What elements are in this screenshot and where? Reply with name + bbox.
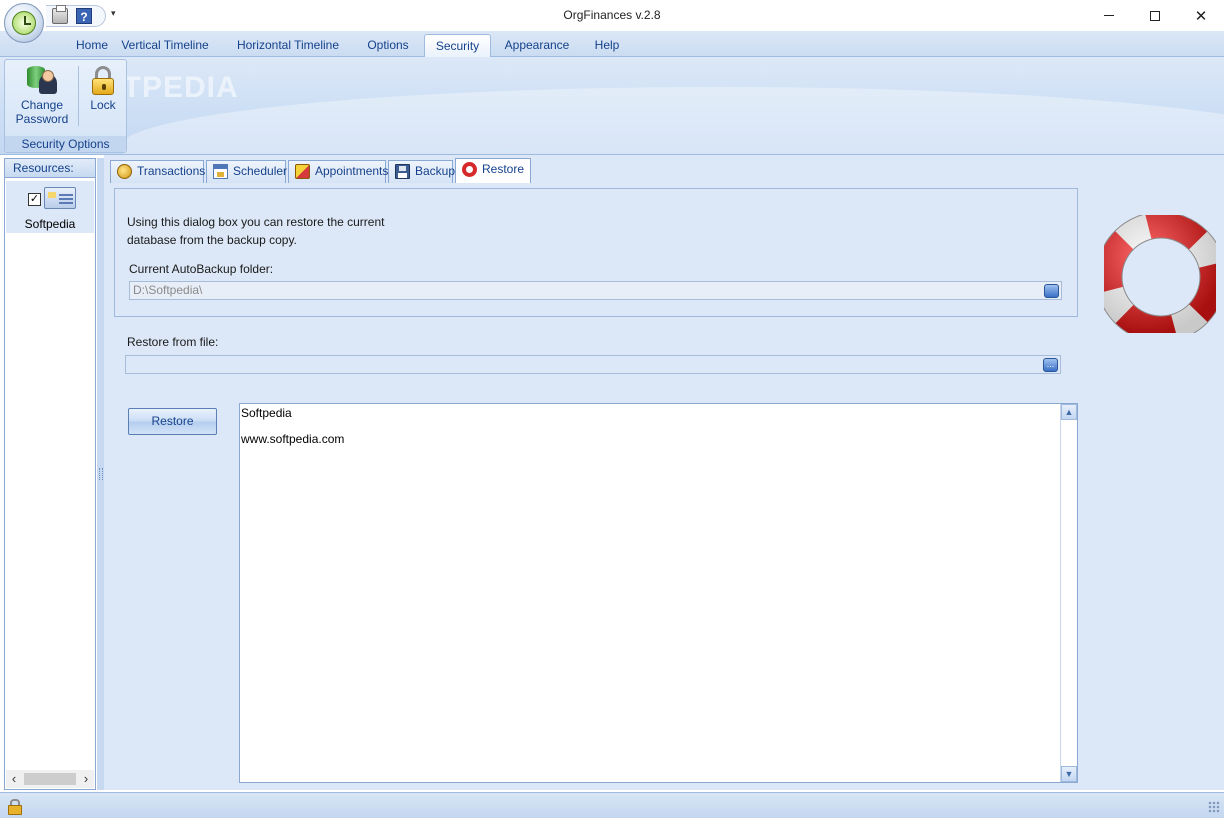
restore-from-file-label: Restore from file: <box>127 335 219 349</box>
description-line-2: database from the backup copy. <box>127 233 297 247</box>
autobackup-info-box: Using this dialog box you can restore th… <box>114 188 1078 317</box>
restore-file-browse-button[interactable]: ... <box>1043 358 1058 372</box>
lock-button[interactable]: Lock <box>81 64 125 112</box>
restore-button[interactable]: Restore <box>128 408 217 435</box>
coins-icon <box>117 164 132 179</box>
padlock-icon <box>90 64 116 96</box>
tab-appointments-label: Appointments <box>315 164 389 178</box>
resources-header: Resources: <box>5 159 95 178</box>
lock-label: Lock <box>90 98 116 112</box>
resources-pane: Resources: ✓ Softpedia ‹ › <box>4 158 96 790</box>
close-button[interactable]: ✕ <box>1178 0 1224 31</box>
maximize-button[interactable] <box>1132 0 1178 31</box>
tab-vertical-timeline[interactable]: Vertical Timeline <box>112 36 218 57</box>
group-separator <box>78 66 79 126</box>
log-line-2: www.softpedia.com <box>241 432 345 446</box>
title-bar: ? ▾ OrgFinances v.2.8 ✕ <box>0 0 1224 43</box>
lifebuoy-icon <box>462 162 477 177</box>
tab-transactions-label: Transactions <box>137 164 206 178</box>
scrollbar-thumb[interactable] <box>24 773 76 785</box>
scroll-left-icon[interactable]: ‹ <box>6 770 22 788</box>
resource-label: Softpedia <box>24 217 76 231</box>
ribbon-background-decoration <box>120 87 1224 154</box>
content-area: Transactions Scheduler Appointments Back… <box>104 155 1224 790</box>
lifebuoy-icon <box>1104 215 1216 333</box>
resources-horizontal-scrollbar[interactable]: ‹ › <box>6 770 94 788</box>
security-options-group: Change Password Lock Security Options <box>4 59 127 153</box>
card-icon <box>44 187 76 209</box>
resource-checkbox[interactable]: ✓ <box>28 193 41 206</box>
restore-from-file-input[interactable]: ... <box>125 355 1061 374</box>
calendar-icon <box>213 164 228 179</box>
log-vertical-scrollbar[interactable]: ▲ ▼ <box>1060 404 1077 782</box>
tab-security[interactable]: Security <box>424 34 491 58</box>
tab-options[interactable]: Options <box>358 36 418 57</box>
status-lock-icon[interactable] <box>8 799 22 815</box>
tab-restore-label: Restore <box>482 162 525 176</box>
restore-tab-page: Using this dialog box you can restore th… <box>110 183 1218 787</box>
group-caption: Security Options <box>5 136 126 152</box>
tab-restore[interactable]: Restore <box>455 158 531 184</box>
log-line-1: Softpedia <box>241 406 292 420</box>
scroll-up-icon[interactable]: ▲ <box>1061 404 1077 420</box>
application-menu-button[interactable] <box>4 3 44 43</box>
autobackup-browse-button[interactable] <box>1044 284 1059 298</box>
pane-splitter[interactable] <box>97 158 104 790</box>
change-password-button[interactable]: Change Password <box>9 64 75 126</box>
ribbon-panel: SOFTPEDIA Change Password Lock Security … <box>0 57 1224 155</box>
change-password-label-line1: Change <box>20 98 64 112</box>
tab-transactions[interactable]: Transactions <box>110 160 206 183</box>
ribbon-tab-bar: Home Vertical Timeline Horizontal Timeli… <box>0 31 1224 58</box>
tab-help[interactable]: Help <box>585 36 629 57</box>
maximize-icon <box>1150 10 1160 21</box>
clock-icon <box>12 11 36 35</box>
status-bar <box>0 792 1224 818</box>
floppy-icon <box>395 164 410 179</box>
tab-backup[interactable]: Backup <box>388 160 456 183</box>
tab-backup-label: Backup <box>415 164 456 178</box>
change-password-label-line2: Password <box>15 112 69 126</box>
tab-appointments[interactable]: Appointments <box>288 160 389 183</box>
user-database-icon <box>25 64 59 96</box>
minimize-button[interactable] <box>1086 0 1132 31</box>
tab-appearance[interactable]: Appearance <box>497 36 577 57</box>
autobackup-folder-value: D:\Softpedia\ <box>133 283 203 297</box>
resize-grip[interactable] <box>1208 801 1220 813</box>
scroll-right-icon[interactable]: › <box>78 770 94 788</box>
autobackup-folder-label: Current AutoBackup folder: <box>129 262 274 276</box>
restore-log-textarea[interactable]: Softpedia www.softpedia.com ▲ ▼ <box>239 403 1078 783</box>
restore-description: Using this dialog box you can restore th… <box>127 213 427 249</box>
appointments-icon <box>295 164 310 179</box>
scroll-down-icon[interactable]: ▼ <box>1061 766 1077 782</box>
autobackup-folder-field: D:\Softpedia\ <box>129 281 1062 300</box>
window-title: OrgFinances v.2.8 <box>563 8 661 22</box>
tab-scheduler[interactable]: Scheduler <box>206 160 288 183</box>
resource-item-softpedia[interactable]: ✓ Softpedia <box>6 181 94 233</box>
tab-horizontal-timeline[interactable]: Horizontal Timeline <box>226 36 350 57</box>
tab-scheduler-label: Scheduler <box>233 164 288 178</box>
minimize-icon <box>1104 15 1114 16</box>
description-line-1: Using this dialog box you can restore th… <box>127 215 385 229</box>
